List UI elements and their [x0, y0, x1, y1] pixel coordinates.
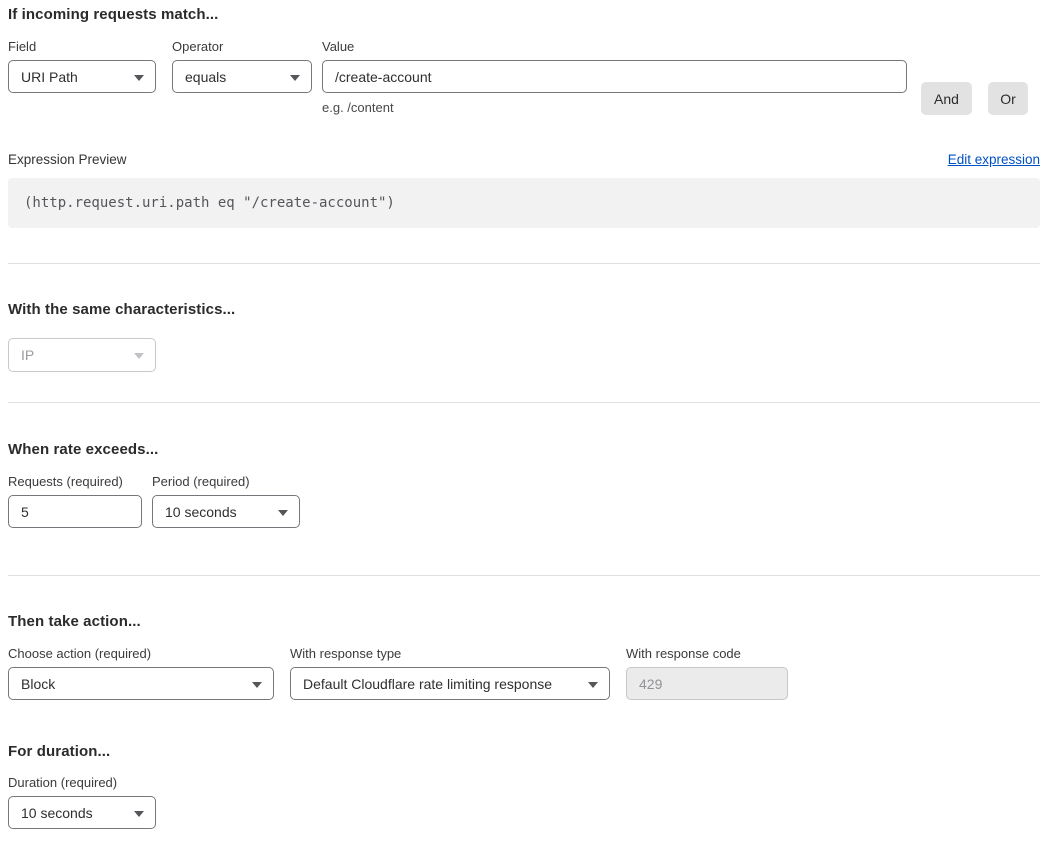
requests-input[interactable] [8, 495, 142, 528]
rate-limiting-rule-form: If incoming requests match... Field URI … [0, 0, 1048, 829]
requests-label: Requests (required) [8, 474, 142, 489]
rate-row: Requests (required) Period (required) 10… [8, 474, 1040, 528]
action-row: Choose action (required) Block With resp… [8, 646, 1040, 700]
edit-expression-link[interactable]: Edit expression [948, 152, 1040, 167]
expression-preview-code: (http.request.uri.path eq "/create-accou… [8, 178, 1040, 228]
value-hint: e.g. /content [322, 100, 907, 115]
operator-select[interactable]: equals [172, 60, 312, 93]
expression-preview-header: Expression Preview Edit expression [8, 152, 1040, 167]
duration-select-value: 10 seconds [21, 805, 93, 821]
duration-select[interactable]: 10 seconds [8, 796, 156, 829]
value-label: Value [322, 39, 907, 54]
response-type-label: With response type [290, 646, 610, 661]
period-label: Period (required) [152, 474, 300, 489]
response-type-select-value: Default Cloudflare rate limiting respons… [303, 676, 552, 692]
operator-select-value: equals [185, 69, 226, 85]
response-type-select[interactable]: Default Cloudflare rate limiting respons… [290, 667, 610, 700]
field-select-value: URI Path [21, 69, 78, 85]
section-divider [8, 263, 1040, 264]
choose-action-select-value: Block [21, 676, 55, 692]
duration-label: Duration (required) [8, 775, 156, 790]
expression-preview-label: Expression Preview [8, 152, 127, 167]
section-divider [8, 575, 1040, 576]
field-label: Field [8, 39, 156, 54]
operator-label: Operator [172, 39, 312, 54]
response-code-input [626, 667, 788, 700]
chevron-down-icon [290, 75, 300, 81]
choose-action-select[interactable]: Block [8, 667, 274, 700]
chevron-down-icon [278, 510, 288, 516]
match-section-heading: If incoming requests match... [8, 6, 1040, 23]
period-select[interactable]: 10 seconds [152, 495, 300, 528]
or-button[interactable]: Or [988, 82, 1028, 115]
and-button[interactable]: And [921, 82, 972, 115]
characteristic-select-value: IP [21, 347, 34, 363]
choose-action-label: Choose action (required) [8, 646, 274, 661]
action-section-heading: Then take action... [8, 613, 1040, 630]
response-code-label: With response code [626, 646, 788, 661]
characteristics-section-heading: With the same characteristics... [8, 301, 1040, 318]
section-divider [8, 402, 1040, 403]
chevron-down-icon [134, 811, 144, 817]
period-select-value: 10 seconds [165, 504, 237, 520]
field-select[interactable]: URI Path [8, 60, 156, 93]
duration-section-heading: For duration... [8, 743, 1040, 760]
chevron-down-icon [134, 75, 144, 81]
chevron-down-icon [134, 353, 144, 359]
characteristic-select: IP [8, 338, 156, 372]
value-input[interactable] [322, 60, 907, 93]
rate-section-heading: When rate exceeds... [8, 441, 1040, 458]
match-condition-row: Field URI Path Operator equals Value e.g… [8, 39, 1040, 115]
chevron-down-icon [252, 682, 262, 688]
chevron-down-icon [588, 682, 598, 688]
